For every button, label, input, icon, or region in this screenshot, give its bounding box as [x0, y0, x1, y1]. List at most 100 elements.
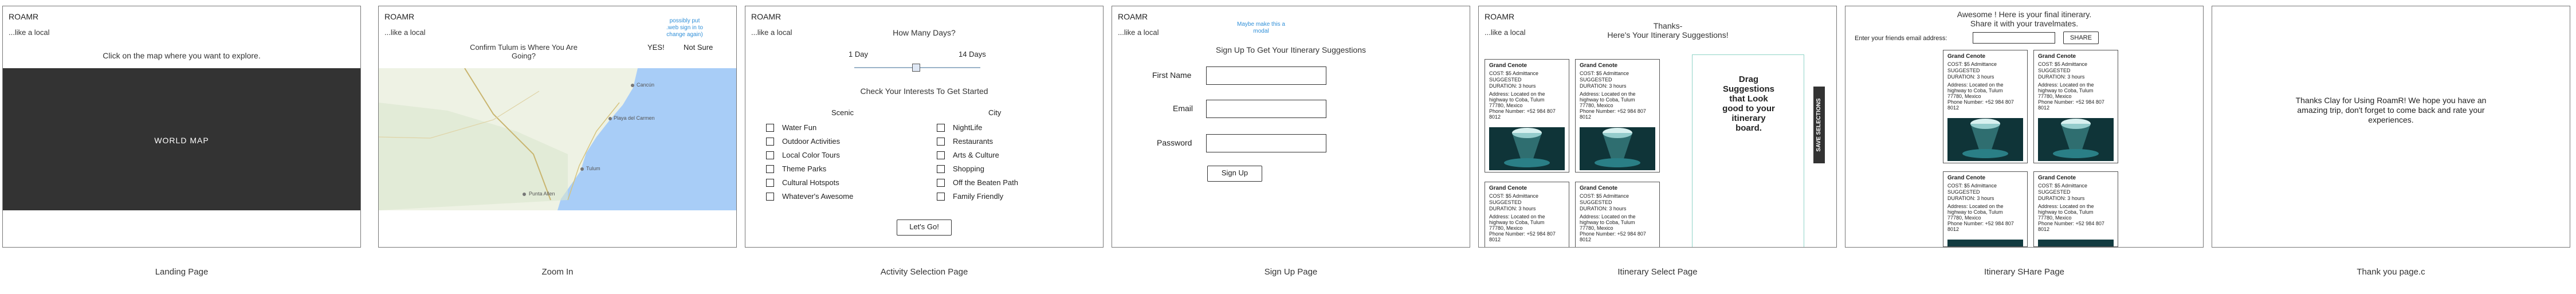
checkbox-nightlife[interactable]	[937, 124, 945, 132]
world-map-label: WORLD MAP	[154, 136, 209, 145]
label-theme-parks: Theme Parks	[782, 164, 827, 173]
itinerary-card[interactable]: Grand Cenote COST: $5 Admittance SUGGEST…	[2033, 171, 2118, 247]
caption-zoom-in: Zoom In	[541, 267, 574, 277]
card-address-line3: 77780, Mexico	[1580, 103, 1613, 108]
drag-instructions: Drag Suggestions that Look good to your …	[1722, 75, 1775, 133]
cenote-photo	[1580, 127, 1655, 170]
landing-page-screen: ROAMR ...like a local Click on the map w…	[2, 6, 361, 248]
card-address-line3: 77780, Mexico	[2038, 215, 2072, 221]
caption-landing: Landing Page	[155, 267, 209, 277]
save-selections-tab[interactable]: SAVE SELECTIONS	[1813, 87, 1825, 163]
not-sure-button[interactable]: Not Sure	[684, 43, 713, 52]
email-field[interactable]	[1206, 100, 1326, 118]
card-address-line2: highway to Coba, Tulum	[1489, 219, 1545, 225]
itinerary-card[interactable]: Grand Cenote COST: $5 Admittance SUGGEST…	[2033, 50, 2118, 163]
label-cultural-hotspots: Cultural Hotspots	[782, 178, 839, 187]
card-address: Address: Located on the	[1947, 203, 2004, 209]
card-address: Address: Located on the	[1580, 214, 1636, 219]
brand-logo[interactable]: ROAMR	[9, 12, 38, 21]
label-off-beaten-path: Off the Beaten Path	[953, 178, 1018, 187]
tagline: ...like a local	[9, 28, 50, 37]
checkbox-outdoor-activities[interactable]	[766, 138, 774, 146]
card-title: Grand Cenote	[1489, 62, 1527, 69]
card-phone: Phone Number: +52 984 807	[1489, 231, 1556, 237]
card-cost: COST: $5 Admittance	[1580, 70, 1629, 76]
card-address: Address: Located on the	[1947, 82, 2004, 88]
password-field[interactable]	[1206, 134, 1326, 152]
confirm-question: Confirm Tulum is Where You Are Going?	[470, 43, 578, 60]
checkbox-off-beaten-path[interactable]	[937, 179, 945, 187]
card-cost: COST: $5 Admittance	[2038, 183, 2088, 189]
checkbox-cultural-hotspots[interactable]	[766, 179, 774, 187]
card-duration: DURATION: 3 hours	[2038, 74, 2085, 80]
card-address: Address: Located on the	[1489, 91, 1545, 97]
brand-logo[interactable]: ROAMR	[751, 12, 781, 21]
card-phone: Phone Number: +52 984 807	[2038, 99, 2104, 105]
card-title: Grand Cenote	[1947, 53, 1986, 60]
itinerary-card[interactable]: Grand Cenote COST: $5 Admittance SUGGEST…	[1943, 171, 2028, 247]
card-phone: Phone Number: +52 984 807	[1580, 108, 1646, 114]
suggestion-card[interactable]: Grand Cenote COST: $5 Admittance SUGGEST…	[1575, 182, 1660, 247]
checkbox-shopping[interactable]	[937, 165, 945, 173]
regional-map[interactable]: Cancún Playa del Carmen Tulum Punta Alle…	[379, 68, 736, 210]
yes-button[interactable]: YES!	[647, 43, 665, 52]
world-map[interactable]: WORLD MAP	[3, 68, 360, 210]
checkbox-theme-parks[interactable]	[766, 165, 774, 173]
label-arts-culture: Arts & Culture	[953, 151, 999, 159]
tagline: ...like a local	[384, 28, 426, 37]
label-nightlife: NightLife	[953, 123, 983, 132]
first-name-field[interactable]	[1206, 66, 1326, 85]
card-phone-line2: 8012	[1580, 114, 1592, 120]
card-cost: COST: $5 Admittance	[1947, 61, 1997, 67]
brand-logo[interactable]: ROAMR	[1485, 12, 1514, 21]
tagline: ...like a local	[1118, 28, 1159, 37]
checkbox-restaurants[interactable]	[937, 138, 945, 146]
checkbox-family-friendly[interactable]	[937, 193, 945, 201]
thank-you-message: Thanks Clay for Using RoamR! We hope you…	[2295, 96, 2487, 124]
card-phone-line2: 8012	[2038, 105, 2050, 111]
card-duration: DURATION: 3 hours	[1580, 206, 1627, 211]
cenote-photo	[2038, 118, 2114, 161]
card-suggested: SUGGESTED	[1489, 199, 1522, 205]
suggestion-card[interactable]: Grand Cenote COST: $5 Admittance SUGGEST…	[1575, 59, 1660, 173]
suggestion-card[interactable]: Grand Cenote COST: $5 Admittance SUGGEST…	[1485, 182, 1569, 247]
checkbox-water-fun[interactable]	[766, 124, 774, 132]
cenote-photo	[1947, 118, 2023, 161]
brand-logo[interactable]: ROAMR	[1118, 12, 1148, 21]
caption-activity-selection: Activity Selection Page	[880, 267, 968, 277]
card-title: Grand Cenote	[1580, 62, 1618, 69]
card-address-line2: highway to Coba, Tulum	[2038, 88, 2094, 93]
card-address-line2: highway to Coba, Tulum	[1947, 88, 2003, 93]
suggestion-card[interactable]: Grand Cenote COST: $5 Admittance SUGGEST…	[1485, 59, 1569, 173]
card-title: Grand Cenote	[2038, 175, 2076, 181]
card-address: Address: Located on the	[2038, 203, 2094, 209]
card-phone: Phone Number: +52 984 807	[1489, 108, 1556, 114]
card-duration: DURATION: 3 hours	[1489, 206, 1536, 211]
itinerary-board[interactable]: Drag Suggestions that Look good to your …	[1692, 54, 1804, 247]
zoom-in-screen: ROAMR ...like a local possibly put .web …	[378, 6, 737, 248]
map-label-tulum: Tulum	[586, 166, 600, 171]
card-address-line2: highway to Coba, Tulum	[1580, 219, 1635, 225]
slider-thumb[interactable]	[912, 64, 920, 72]
card-title: Grand Cenote	[1489, 185, 1527, 191]
card-suggested: SUGGESTED	[2038, 68, 2071, 73]
sign-up-button[interactable]: Sign Up	[1207, 166, 1262, 182]
checkbox-whatevers-awesome[interactable]	[766, 193, 774, 201]
checkbox-local-color-tours[interactable]	[766, 151, 774, 159]
sign-up-heading: Sign Up To Get Your Itinerary Suggestion…	[1215, 45, 1366, 54]
caption-thank-you: Thank you page.c	[2357, 267, 2425, 277]
friends-email-field[interactable]	[1973, 32, 2055, 44]
activity-selection-screen: ROAMR ...like a local How Many Days? 1 D…	[745, 6, 1104, 248]
card-duration: DURATION: 3 hours	[1489, 83, 1536, 89]
brand-logo[interactable]: ROAMR	[384, 12, 414, 21]
first-name-label: First Name	[1152, 70, 1192, 80]
share-button[interactable]: SHARE	[2063, 32, 2099, 44]
lets-go-button[interactable]: Let's Go!	[897, 219, 952, 236]
design-note: possibly put .web sign in to change agai…	[666, 18, 703, 38]
itinerary-card[interactable]: Grand Cenote COST: $5 Admittance SUGGEST…	[1943, 50, 2028, 163]
sign-up-screen: ROAMR ...like a local Maybe make this a …	[1112, 6, 1470, 248]
checkbox-arts-culture[interactable]	[937, 151, 945, 159]
card-suggested: SUGGESTED	[1580, 77, 1612, 83]
days-slider[interactable]	[854, 64, 980, 72]
card-cost: COST: $5 Admittance	[1947, 183, 1997, 189]
